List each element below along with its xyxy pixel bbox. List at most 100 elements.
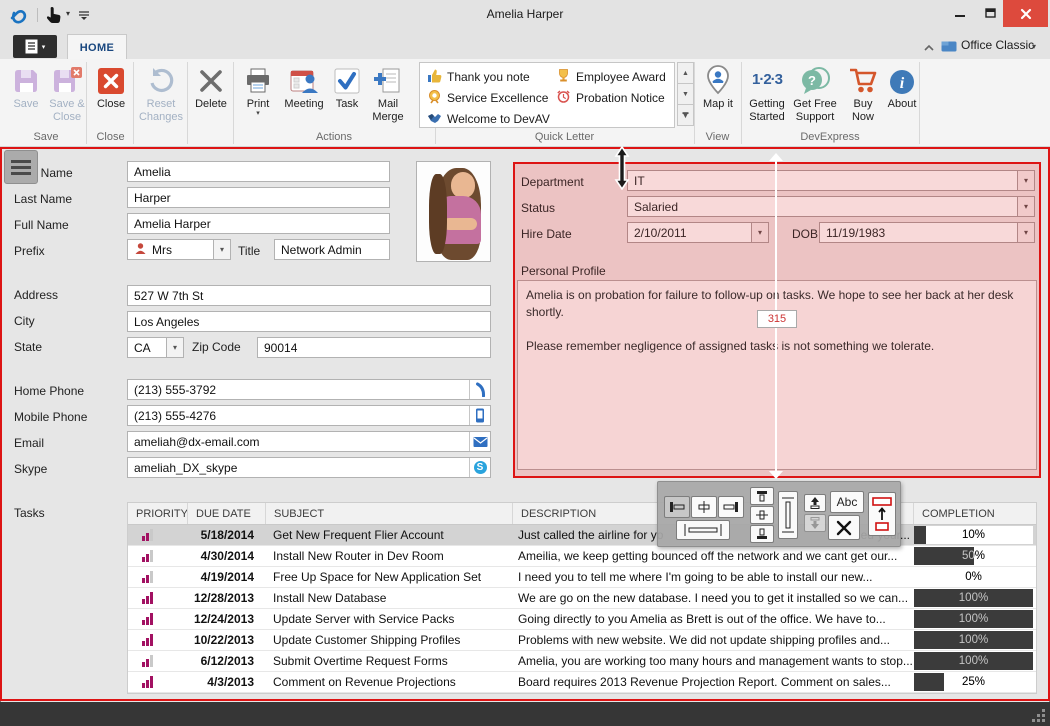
gallery-scroll-up-button[interactable]: ▲ [677, 62, 694, 84]
title-field[interactable]: Network Admin [274, 239, 390, 260]
chevron-down-icon[interactable]: ▾ [751, 223, 768, 242]
prefix-combobox[interactable]: Mrs ▾ [127, 239, 231, 260]
table-row[interactable]: 4/3/2013 Comment on Revenue Projections … [128, 672, 1036, 693]
skype-field[interactable]: ameliah_DX_skype S [127, 457, 491, 478]
stretch-horizontal-button[interactable] [676, 520, 730, 540]
mail-merge-button[interactable]: Mail Merge [366, 62, 410, 124]
close-record-button[interactable]: Close [89, 62, 133, 111]
completion-cell: 10% [913, 525, 1034, 545]
table-row[interactable]: 4/30/2014 Install New Router in Dev Room… [128, 546, 1036, 567]
quick-letter-employee-award[interactable]: Employee Award [556, 68, 666, 86]
chevron-down-icon[interactable]: ▾ [213, 240, 230, 259]
email-field[interactable]: ameliah@dx-email.com [127, 431, 491, 452]
quick-letter-thank-you[interactable]: Thank you note [427, 68, 530, 86]
maximize-button[interactable] [975, 0, 1003, 27]
table-row[interactable]: 4/19/2014 Free Up Space for New Applicat… [128, 567, 1036, 588]
ribbon: Save Save & Close Save Close Close Reset… [0, 59, 1050, 147]
home-phone-label: Home Phone [14, 384, 84, 398]
buy-now-button[interactable]: Buy Now [842, 62, 884, 124]
email-envelope-icon[interactable] [469, 432, 490, 451]
delete-button[interactable]: Delete [189, 62, 233, 111]
table-row[interactable]: 12/24/2013 Update Server with Service Pa… [128, 609, 1036, 630]
zip-field[interactable]: 90014 [257, 337, 491, 358]
minimize-button[interactable] [945, 0, 975, 27]
meeting-button[interactable]: Meeting [280, 62, 328, 111]
table-row[interactable]: 6/12/2013 Submit Overtime Request Forms … [128, 651, 1036, 672]
employee-photo[interactable] [416, 161, 491, 262]
column-header-subject[interactable]: SUBJECT [265, 503, 512, 524]
layout-customization-toolbar: Abc [657, 481, 901, 547]
insert-layout-item-button[interactable] [868, 492, 896, 536]
align-right-button[interactable] [718, 496, 744, 518]
dropdown-caret-icon[interactable]: ▾ [1032, 42, 1036, 51]
personal-profile-memo[interactable]: Amelia is on probation for failure to fo… [517, 280, 1037, 470]
skin-icon[interactable] [941, 39, 957, 57]
chevron-down-icon[interactable]: ▾ [1017, 223, 1034, 242]
state-label: State [14, 340, 42, 354]
call-phone-icon[interactable] [469, 380, 490, 399]
stretch-vertical-button[interactable] [778, 491, 798, 539]
subject-cell: Comment on Revenue Projections [265, 672, 512, 692]
first-name-field[interactable]: Amelia [127, 161, 390, 182]
city-field[interactable]: Los Angeles [127, 311, 491, 332]
close-window-button[interactable] [1003, 0, 1048, 27]
map-it-button[interactable]: Map it [697, 62, 739, 111]
align-center-vertical-button[interactable] [750, 506, 774, 524]
gallery-dropdown-button[interactable]: ▬▼ [677, 104, 694, 126]
prefix-label: Prefix [14, 244, 45, 258]
status-combobox[interactable]: Salaried▾ [627, 196, 1035, 217]
priority-icon [142, 613, 153, 625]
toggle-label-button[interactable]: Abc [830, 491, 864, 513]
align-top-button[interactable] [750, 487, 774, 505]
one-two-three-icon: 1·2·3 [744, 62, 790, 96]
subject-cell: Install New Database [265, 588, 512, 608]
subject-cell: Update Customer Shipping Profiles [265, 630, 512, 650]
save-button[interactable]: Save [6, 62, 46, 111]
skype-icon[interactable]: S [469, 458, 490, 477]
home-phone-field[interactable]: (213) 555-3792 [127, 379, 491, 400]
align-center-horizontal-button[interactable] [691, 496, 717, 518]
hire-date-picker[interactable]: 2/10/2011▾ [627, 222, 769, 243]
align-left-button[interactable] [664, 496, 690, 518]
print-button[interactable]: Print▾ [236, 62, 280, 117]
getting-started-button[interactable]: 1·2·3 Getting Started [744, 62, 790, 124]
about-button[interactable]: i About [884, 62, 920, 111]
full-name-field[interactable]: Amelia Harper [127, 213, 390, 234]
align-bottom-button[interactable] [750, 525, 774, 543]
reset-changes-button[interactable]: Reset Changes [135, 62, 187, 124]
quick-letter-probation-notice[interactable]: Probation Notice [556, 89, 665, 107]
chevron-down-icon[interactable]: ▾ [166, 338, 183, 357]
move-down-button[interactable] [804, 514, 826, 532]
get-free-support-button[interactable]: ? Get Free Support [790, 62, 840, 124]
move-up-button[interactable] [804, 494, 826, 512]
department-combobox[interactable]: IT▾ [627, 170, 1035, 191]
dob-picker[interactable]: 11/19/1983▾ [819, 222, 1035, 243]
skin-selector[interactable]: Office Classic [961, 38, 1034, 52]
info-icon: i [884, 62, 920, 96]
layout-customization-menu-button[interactable] [4, 150, 38, 184]
subject-cell: Install New Router in Dev Room [265, 546, 512, 566]
quick-letter-welcome[interactable]: Welcome to DevAV [427, 110, 550, 128]
table-row[interactable]: 12/28/2013 Install New Database We are g… [128, 588, 1036, 609]
save-and-close-button[interactable]: Save & Close [46, 62, 88, 124]
column-header-completion[interactable]: COMPLETION [913, 503, 1034, 524]
state-combobox[interactable]: CA▾ [127, 337, 184, 358]
chevron-down-icon[interactable]: ▾ [1017, 197, 1034, 216]
gallery-scroll-down-button[interactable]: ▼ [677, 83, 694, 105]
last-name-field[interactable]: Harper [127, 187, 390, 208]
task-button[interactable]: Task [328, 62, 366, 111]
quick-letter-service-excellence[interactable]: Service Excellence [427, 89, 548, 107]
chevron-down-icon[interactable]: ▾ [1017, 171, 1034, 190]
svg-text:i: i [900, 75, 905, 92]
collapse-ribbon-icon[interactable] [923, 40, 935, 58]
mobile-phone-icon[interactable] [469, 406, 490, 425]
table-row[interactable]: 10/22/2013 Update Customer Shipping Prof… [128, 630, 1036, 651]
column-header-priority[interactable]: PRIORITY [128, 503, 187, 524]
close-toolbar-button[interactable] [828, 515, 860, 540]
application-menu-button[interactable]: ▾ [13, 35, 57, 58]
mobile-phone-field[interactable]: (213) 555-4276 [127, 405, 491, 426]
address-field[interactable]: 527 W 7th St [127, 285, 491, 306]
tab-home[interactable]: HOME [67, 34, 127, 60]
column-header-due-date[interactable]: DUE DATE [187, 503, 265, 524]
description-cell: I need you to tell me where I'm going to… [512, 567, 913, 587]
